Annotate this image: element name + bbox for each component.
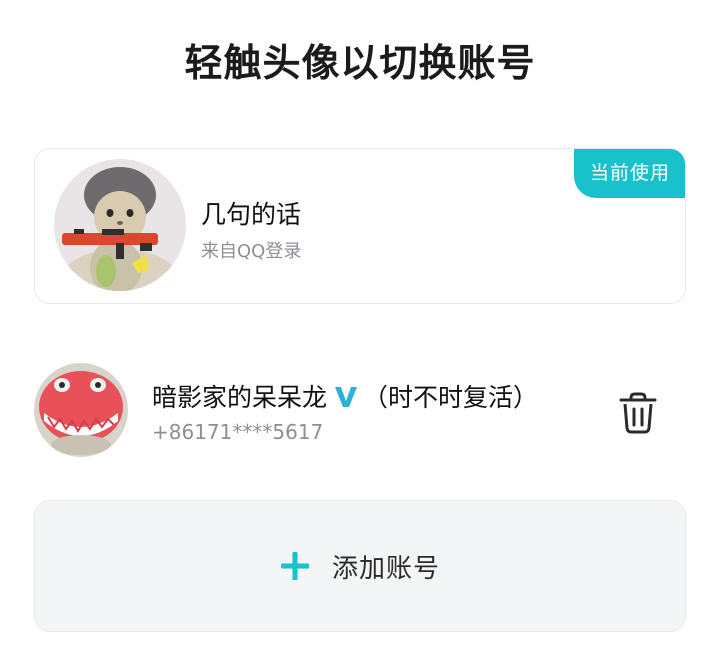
v-badge-icon xyxy=(335,387,358,407)
account-avatar[interactable] xyxy=(34,363,128,457)
current-account-avatar[interactable] xyxy=(54,159,186,291)
account-row[interactable]: 暗影家的呆呆龙 （时不时复活） +86171****5617 xyxy=(34,358,686,464)
account-name-main: 暗影家的呆呆龙 xyxy=(152,383,328,412)
add-account-label: 添加账号 xyxy=(331,553,440,584)
add-account-button[interactable]: 添加账号 xyxy=(34,500,686,632)
plus-icon xyxy=(280,552,309,580)
account-name-suffix: （时不时复活） xyxy=(363,383,539,412)
avatar-image xyxy=(34,363,128,457)
current-account-card[interactable]: 当前使用 几句的话 来自QQ登录 xyxy=(34,148,686,304)
avatar-image xyxy=(54,159,186,291)
current-account-name: 几句的话 xyxy=(201,200,302,229)
current-account-source: 来自QQ登录 xyxy=(201,241,302,262)
current-use-badge: 当前使用 xyxy=(574,149,685,198)
account-phone: +86171****5617 xyxy=(152,420,324,444)
trash-icon[interactable] xyxy=(618,392,658,434)
account-name: 暗影家的呆呆龙 （时不时复活） xyxy=(152,378,538,414)
add-account-content: 添加账号 xyxy=(35,501,685,631)
page-title: 轻触头像以切换账号 xyxy=(184,41,536,85)
